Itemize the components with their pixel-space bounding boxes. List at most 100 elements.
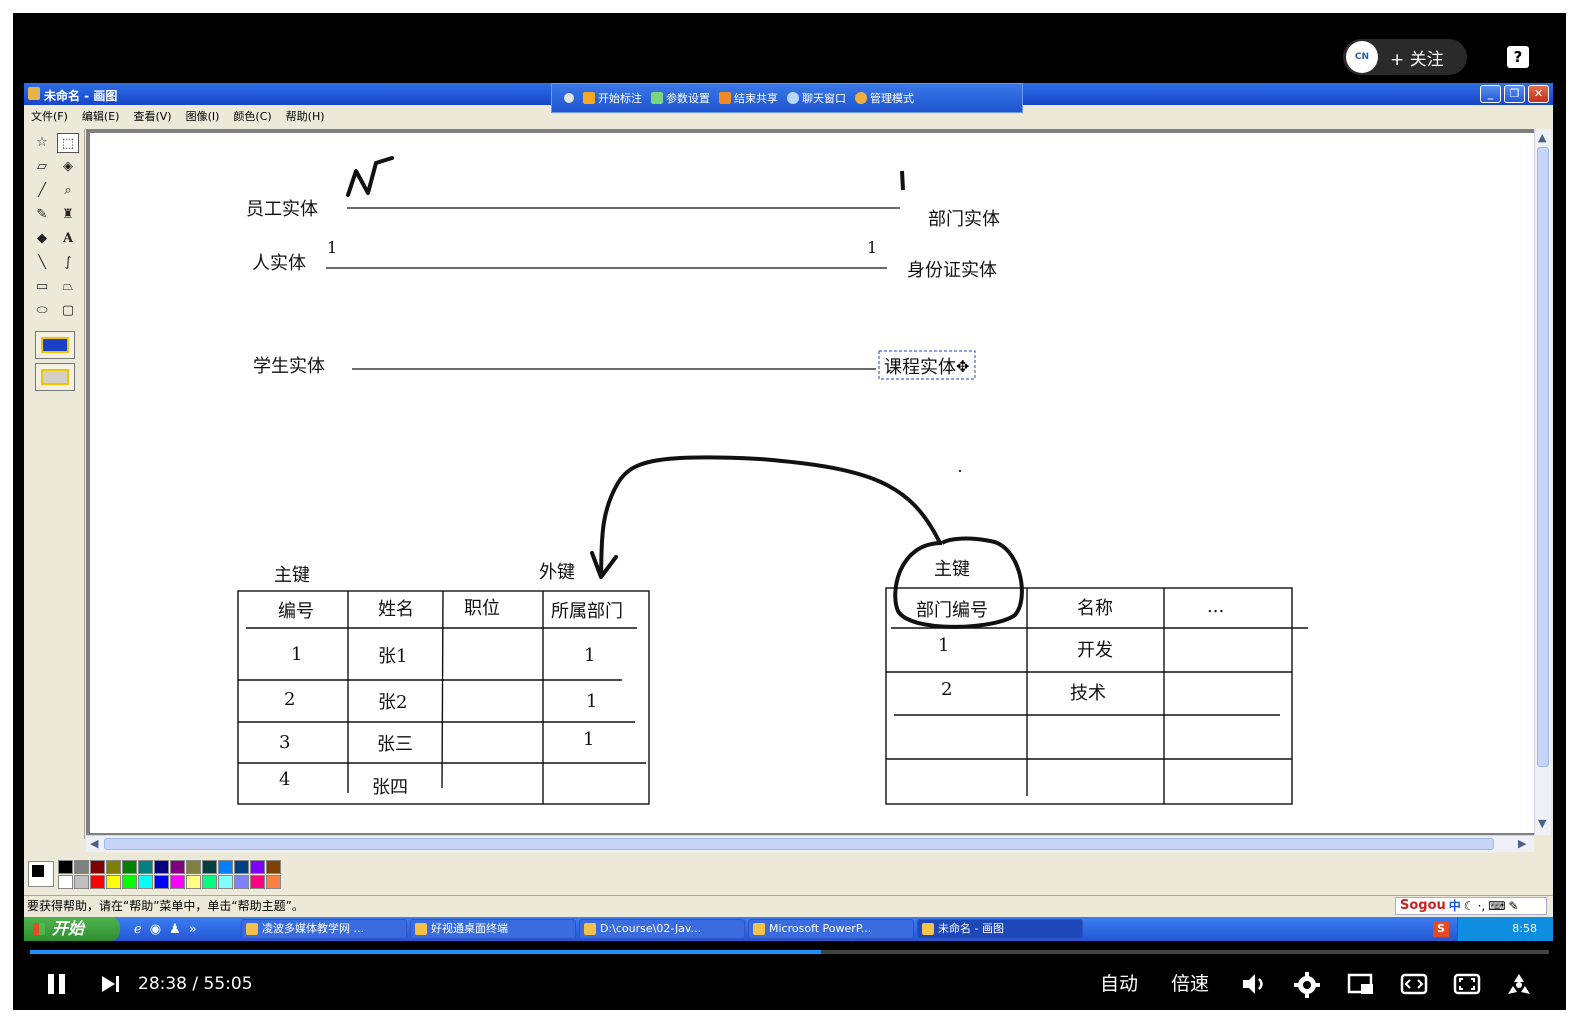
palette-color-swatch[interactable] [154,860,169,874]
pin-icon[interactable] [564,93,574,103]
transparent-option-icon[interactable] [35,363,75,391]
task-desktop-terminal[interactable]: 好视通桌面终端 [410,919,576,939]
palette-color-swatch[interactable] [234,875,249,889]
ime-tool-icon[interactable]: ✎ [1509,896,1519,916]
rect-select-icon[interactable]: ⬚ [57,133,79,153]
palette-color-swatch[interactable] [58,860,73,874]
palette-color-swatch[interactable] [218,875,233,889]
horizontal-scrollbar[interactable]: ◀ ▶ [86,835,1534,852]
palette-color-swatch[interactable] [74,860,89,874]
palette-color-swatch[interactable] [202,860,217,874]
free-select-icon[interactable]: ☆ [31,133,53,153]
palette-color-swatch[interactable] [106,875,121,889]
next-icon[interactable] [100,974,122,994]
horizontal-scroll-thumb[interactable] [104,838,1494,850]
airbrush-icon[interactable]: ◆ [31,229,53,249]
ellipse-icon[interactable]: ⬭ [31,301,53,321]
palette-color-swatch[interactable] [186,875,201,889]
rounded-rect-icon[interactable]: ▢ [57,301,79,321]
messenger-icon[interactable]: ♟ [169,922,181,937]
palette-color-swatch[interactable] [138,860,153,874]
menu-edit[interactable]: 编辑(E) [82,108,120,124]
minimize-button[interactable]: _ [1480,85,1501,103]
palette-color-swatch[interactable] [250,875,265,889]
share-end[interactable]: 结束共享 [719,90,778,106]
curve-icon[interactable]: ∫ [57,253,79,273]
palette-color-swatch[interactable] [266,875,281,889]
palette-color-swatch[interactable] [90,860,105,874]
close-button[interactable]: ✕ [1528,85,1549,103]
color-picker-icon[interactable]: ╱ [31,181,53,201]
help-icon[interactable]: ? [1507,46,1529,68]
menu-help[interactable]: 帮助(H) [286,108,325,124]
polygon-icon[interactable]: ⏢ [57,277,79,297]
palette-color-swatch[interactable] [58,875,73,889]
channel-avatar[interactable]: CN [1346,41,1378,73]
eraser-icon[interactable]: ▱ [31,157,53,177]
menu-view[interactable]: 查看(V) [133,108,171,124]
more-icon[interactable]: » [189,922,197,937]
start-button[interactable]: 开始 [24,917,120,941]
task-paint[interactable]: 未命名 - 画图 [917,919,1083,939]
rectangle-icon[interactable]: ▭ [31,277,53,297]
share-settings[interactable]: 参数设置 [651,90,710,106]
picture-in-picture-icon[interactable] [1347,972,1375,996]
menu-file[interactable]: 文件(F) [31,108,68,124]
drawing-canvas[interactable]: 员工实体 部门实体 人实体 身份证实体 学生实体 课程实体 1 1 N 1 主键… [90,133,1534,833]
volume-icon[interactable] [1241,972,1267,996]
palette-color-swatch[interactable] [106,860,121,874]
menu-color[interactable]: 颜色(C) [233,108,271,124]
video-progress-bar[interactable] [30,950,1549,954]
line-icon[interactable]: ╲ [31,253,53,273]
menu-image[interactable]: 图像(I) [186,108,220,124]
palette-color-swatch[interactable] [90,875,105,889]
vertical-scrollbar[interactable]: ▲ ▼ [1534,129,1551,835]
ie-icon[interactable]: ℯ [134,922,142,937]
palette-color-swatch[interactable] [154,875,169,889]
brush-icon[interactable]: ♜ [57,205,79,225]
opaque-option-icon[interactable] [35,331,75,359]
palette-color-swatch[interactable] [234,860,249,874]
quality-auto-button[interactable]: 自动 [1100,963,1138,1005]
palette-color-swatch[interactable] [218,860,233,874]
pause-icon[interactable] [46,972,68,996]
share-chat[interactable]: 聊天窗口 [787,90,846,106]
palette-color-swatch[interactable] [250,860,265,874]
scroll-up-icon[interactable]: ▲ [1538,131,1546,144]
scroll-down-icon[interactable]: ▼ [1538,817,1546,830]
task-explorer-course[interactable]: D:\course\02-Jav... [579,919,745,939]
share-admin-mode[interactable]: 管理模式 [855,90,914,106]
palette-color-swatch[interactable] [266,860,281,874]
share-start-annotation[interactable]: 开始标注 [583,90,642,106]
ime-keyboard-icon[interactable]: ⌨ [1488,896,1505,916]
tray-sogou-icon[interactable]: S [1433,921,1449,937]
scroll-right-icon[interactable]: ▶ [1518,837,1526,850]
ime-mode[interactable]: 中 [1449,896,1461,916]
ime-toolbar[interactable]: Sogou 中 ☾ ·, ⌨ ✎ [1395,897,1547,915]
palette-color-swatch[interactable] [138,875,153,889]
settings-gear-icon[interactable] [1294,972,1320,998]
palette-color-swatch[interactable] [122,860,137,874]
follow-button[interactable]: CN + 关注 [1343,39,1467,75]
palette-color-swatch[interactable] [170,860,185,874]
fullscreen-icon[interactable] [1453,972,1481,996]
palette-color-swatch[interactable] [186,860,201,874]
text-tool-icon[interactable]: A [57,229,79,249]
fill-icon[interactable]: ◈ [57,157,79,177]
palette-color-swatch[interactable] [74,875,89,889]
danmaku-icon[interactable] [1505,972,1533,998]
ime-moon-icon[interactable]: ☾ [1464,896,1475,916]
ime-punct-icon[interactable]: ·, [1478,896,1486,916]
magnifier-icon[interactable]: ⌕ [57,181,79,201]
speed-button[interactable]: 倍速 [1171,963,1209,1005]
palette-color-swatch[interactable] [170,875,185,889]
current-colors[interactable] [28,861,54,887]
palette-color-swatch[interactable] [122,875,137,889]
restore-button[interactable]: ❐ [1504,85,1525,103]
media-icon[interactable]: ◉ [150,922,161,937]
widescreen-icon[interactable] [1400,972,1428,996]
scroll-left-icon[interactable]: ◀ [90,837,98,850]
pencil-icon[interactable]: ✎ [31,205,53,225]
task-teaching-network[interactable]: 凌波多媒体教学网 ... [241,919,407,939]
task-powerpoint[interactable]: Microsoft PowerP... [748,919,914,939]
